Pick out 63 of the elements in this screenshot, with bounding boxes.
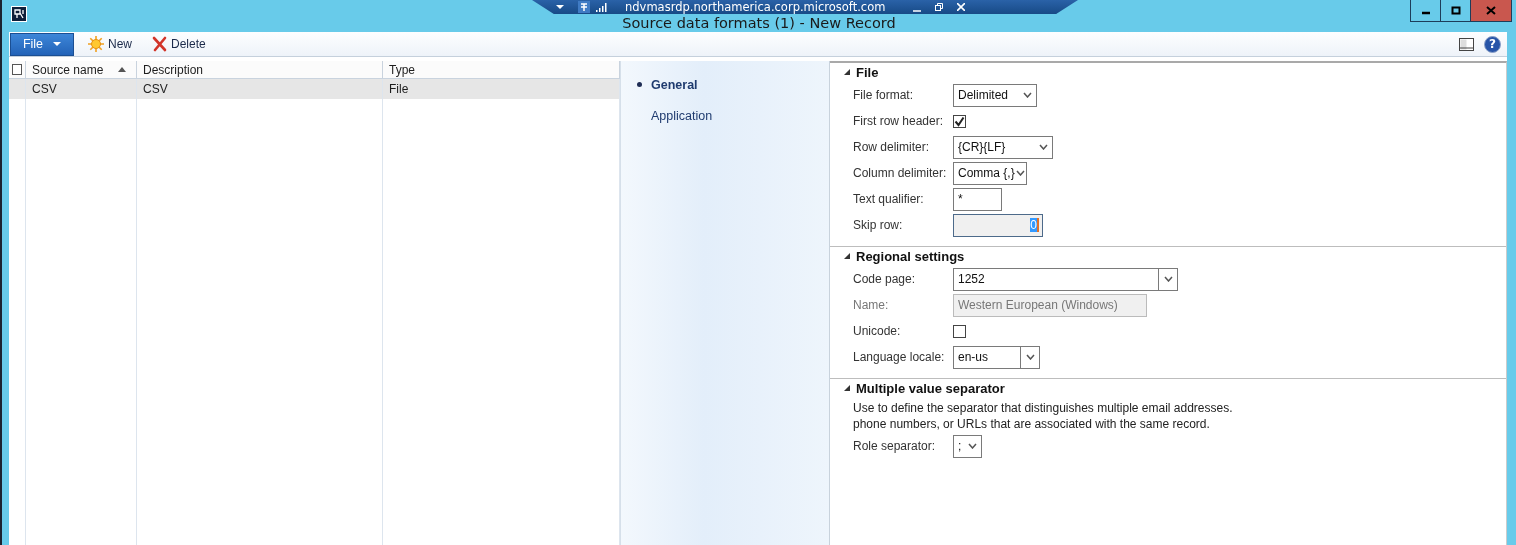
input-field[interactable]: * [953, 187, 1002, 211]
delete-button[interactable]: Delete [146, 33, 212, 55]
field-label: Code page: [853, 272, 917, 286]
help-button[interactable]: ? [1484, 35, 1501, 53]
dropdown[interactable]: {CR}{LF} [953, 135, 1053, 159]
column-header[interactable]: Source name [26, 61, 137, 79]
dropdown[interactable]: Comma {,} [953, 161, 1027, 185]
chevron-down-icon [1015, 170, 1025, 176]
close-icon [1486, 6, 1496, 15]
field-label: File format: [853, 88, 914, 102]
field-label: Text qualifier: [853, 192, 925, 206]
collapse-icon[interactable] [844, 253, 850, 260]
table-cell: CSV [26, 79, 137, 99]
collapse-icon[interactable] [844, 69, 850, 76]
x-icon [152, 36, 167, 52]
window-title: Source data formats (1) - New Record [622, 15, 896, 31]
checkbox[interactable] [953, 324, 966, 338]
chevron-down-icon [1022, 92, 1032, 98]
field-label: Row delimiter: [853, 140, 931, 154]
dropdown[interactable]: ; [953, 434, 982, 458]
pin-icon[interactable] [578, 1, 590, 13]
chevron-down-icon [1163, 276, 1173, 282]
field-label: Column delimiter: [853, 166, 948, 180]
table-cell: File [383, 79, 620, 99]
close-icon[interactable] [957, 3, 966, 11]
nav-link[interactable]: Application [651, 108, 713, 123]
sun-icon [88, 36, 104, 52]
field-label: Skip row: [853, 218, 904, 232]
field-label: First row header: [853, 114, 945, 128]
chevron-down-icon [1025, 354, 1035, 360]
select-all-checkbox[interactable] [12, 64, 22, 75]
caret-icon [53, 42, 62, 46]
section-title: Multiple value separator [856, 381, 1005, 396]
dropdown[interactable]: en-us [953, 345, 1040, 369]
bullet-icon [637, 82, 642, 87]
column-header[interactable]: Type [383, 61, 620, 79]
section-title: File [856, 65, 879, 80]
collapse-icon[interactable] [844, 385, 850, 392]
close-button[interactable] [1471, 0, 1511, 21]
panel-toggle-icon[interactable] [1459, 37, 1474, 51]
column-header[interactable]: Description [137, 61, 383, 79]
caret-icon[interactable] [556, 4, 564, 10]
section-title: Regional settings [856, 249, 965, 264]
maximize-icon [1450, 6, 1461, 15]
chevron-down-icon [1038, 144, 1048, 150]
host-name: ndvmasrdp.northamerica.corp.microsoft.com [625, 0, 886, 14]
app-icon [11, 6, 27, 22]
restore-icon[interactable] [935, 3, 944, 11]
dropdown[interactable]: Delimited [953, 83, 1037, 107]
chevron-down-icon [967, 443, 977, 449]
nav-link[interactable]: General [651, 77, 698, 92]
field-label: Language locale: [853, 350, 946, 364]
dropdown[interactable]: 1252 [953, 267, 1178, 291]
section-description: Use to define the separator that distinguishes multiple email addresses. phone numbers, or URLs that are associated with the same record. [853, 400, 1234, 432]
file-menu-button[interactable]: File [10, 32, 74, 56]
new-button[interactable]: New [82, 33, 138, 55]
input-field: Western European (Windows) [953, 293, 1147, 317]
field-label: Name: [853, 298, 890, 312]
table-cell: CSV [137, 79, 383, 99]
field-label: Role separator: [853, 439, 937, 453]
checkbox[interactable] [953, 114, 966, 128]
signal-icon [596, 2, 607, 12]
field-label: Unicode: [853, 324, 902, 338]
